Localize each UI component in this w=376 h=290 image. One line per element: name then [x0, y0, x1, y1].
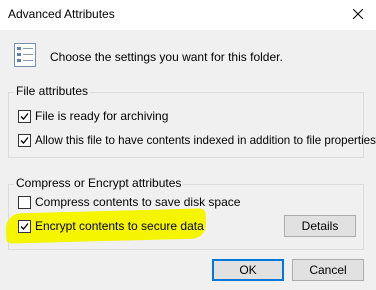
- details-button[interactable]: Details: [284, 215, 356, 237]
- compress-label: Compress contents to save disk space: [35, 195, 241, 209]
- indexed-checkbox[interactable]: [18, 133, 31, 147]
- archive-checkbox[interactable]: [18, 109, 31, 123]
- compress-checkbox[interactable]: [18, 195, 31, 209]
- encrypt-label: Encrypt contents to secure data: [35, 219, 204, 233]
- indexed-checkbox-row[interactable]: Allow this file to have contents indexed…: [18, 132, 376, 148]
- archive-label: File is ready for archiving: [35, 109, 169, 123]
- cancel-button[interactable]: Cancel: [292, 259, 364, 281]
- compress-encrypt-legend: Compress or Encrypt attributes: [14, 176, 184, 190]
- close-button[interactable]: [340, 0, 376, 30]
- settings-list-icon: [12, 42, 38, 68]
- title-bar[interactable]: Advanced Attributes: [0, 0, 376, 30]
- file-attributes-group: [8, 92, 364, 158]
- window-title: Advanced Attributes: [8, 7, 115, 21]
- close-icon: [352, 8, 364, 22]
- archive-checkbox-row[interactable]: File is ready for archiving: [18, 108, 168, 124]
- compress-checkbox-row[interactable]: Compress contents to save disk space: [18, 194, 240, 210]
- encrypt-checkbox[interactable]: [18, 219, 31, 233]
- encrypt-checkbox-row[interactable]: Encrypt contents to secure data: [18, 218, 204, 234]
- intro-text: Choose the settings you want for this fo…: [50, 50, 283, 64]
- ok-button[interactable]: OK: [212, 259, 284, 281]
- indexed-label: Allow this file to have contents indexed…: [35, 133, 376, 147]
- file-attributes-legend: File attributes: [14, 84, 91, 98]
- advanced-attributes-dialog: Advanced Attributes Choose the settings …: [0, 0, 376, 290]
